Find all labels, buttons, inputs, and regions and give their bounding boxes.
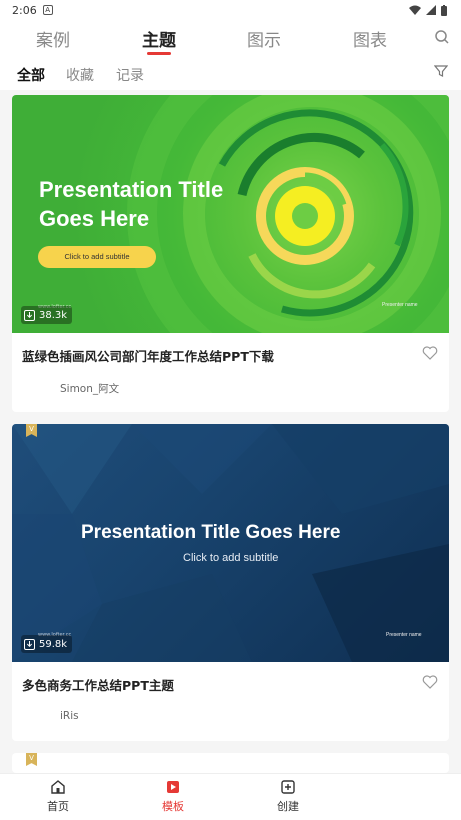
slide-title: Presentation Title Goes Here xyxy=(39,175,223,233)
author-name: Simon_阿文 xyxy=(60,383,120,395)
status-time: 2:06 xyxy=(12,3,37,17)
template-thumbnail[interactable]: Presentation Title Goes Here Click to ad… xyxy=(12,424,449,662)
tabbar-templates[interactable]: 模板 xyxy=(143,779,203,814)
tabbar-home[interactable]: 首页 xyxy=(28,779,88,814)
filter-icon[interactable] xyxy=(434,64,448,78)
subtab-favorites[interactable]: 收藏 xyxy=(66,65,94,85)
download-icon xyxy=(24,638,35,650)
download-count-badge: 59.8k xyxy=(21,635,73,653)
template-icon xyxy=(167,781,179,793)
tab-diagrams[interactable]: 图示 xyxy=(247,26,281,51)
sub-tab-bar: 全部 收藏 记录 xyxy=(0,56,461,90)
slide-subtitle-pill: Click to add subtitle xyxy=(38,246,156,268)
tab-themes[interactable]: 主题 xyxy=(142,26,176,51)
tabbar-home-label: 首页 xyxy=(47,800,69,813)
presenter-name: Presenter name xyxy=(382,302,418,308)
tabbar-create[interactable]: 创建 xyxy=(258,779,318,814)
slide-title-line-2: Goes Here xyxy=(39,206,150,231)
slide-title: Presentation Title Goes Here xyxy=(81,522,341,543)
template-card[interactable]: Presentation Title Goes Here Click to ad… xyxy=(12,424,449,741)
presenter-name: Presenter name xyxy=(386,632,422,638)
signal-icon xyxy=(426,5,436,15)
card-info: 蓝绿色插画风公司部门年度工作总结PPT下载 Simon_阿文 xyxy=(12,333,449,412)
notification-icon: A xyxy=(42,5,53,15)
home-icon xyxy=(51,780,65,794)
template-title[interactable]: 多色商务工作总结PPT主题 xyxy=(22,675,174,694)
favorite-heart-icon[interactable] xyxy=(422,675,438,689)
subtab-history[interactable]: 记录 xyxy=(116,65,144,85)
create-icon xyxy=(281,780,295,794)
wifi-icon xyxy=(409,5,421,15)
template-thumbnail[interactable]: Presentation Title Goes Here Click to ad… xyxy=(12,95,449,333)
card-info: 多色商务工作总结PPT主题 iRis xyxy=(12,662,449,741)
template-card[interactable]: V xyxy=(12,753,449,773)
download-count: 59.8k xyxy=(39,638,68,650)
tabbar-create-label: 创建 xyxy=(277,800,299,813)
download-count-badge: 38.3k xyxy=(21,306,73,324)
download-count: 38.3k xyxy=(39,309,68,321)
battery-icon xyxy=(441,4,447,16)
author-name: iRis xyxy=(60,710,79,722)
tabbar-templates-label: 模板 xyxy=(162,800,184,813)
subtab-all[interactable]: 全部 xyxy=(17,65,45,85)
tab-cases[interactable]: 案例 xyxy=(36,26,70,51)
slide-title-line-1: Presentation Title xyxy=(39,177,224,202)
bottom-tab-bar: 首页 模板 创建 xyxy=(0,773,461,820)
slide-subtitle: Click to add subtitle xyxy=(183,552,279,564)
active-tab-indicator xyxy=(147,52,171,55)
favorite-heart-icon[interactable] xyxy=(422,346,438,360)
search-icon[interactable] xyxy=(434,29,450,45)
download-icon xyxy=(24,309,35,321)
tab-charts[interactable]: 图表 xyxy=(353,26,387,51)
top-tab-bar: 案例 主题 图示 图表 xyxy=(0,20,461,56)
vip-badge: V xyxy=(26,753,37,766)
template-title[interactable]: 蓝绿色插画风公司部门年度工作总结PPT下载 xyxy=(22,346,274,365)
status-bar: 2:06 A xyxy=(0,0,461,20)
template-card[interactable]: Presentation Title Goes Here Click to ad… xyxy=(12,95,449,412)
